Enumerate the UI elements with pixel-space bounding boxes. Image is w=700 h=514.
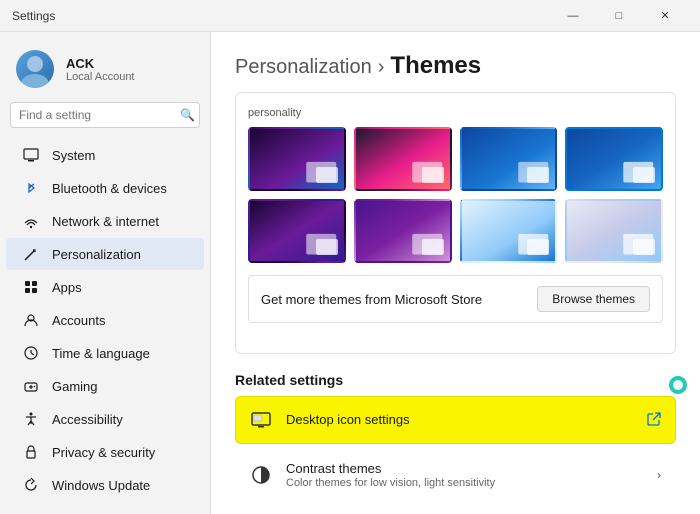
related-settings-title: Related settings (235, 372, 676, 388)
search-icon: 🔍 (180, 108, 195, 122)
close-button[interactable]: ✕ (642, 0, 688, 32)
sidebar-item-label-apps: Apps (52, 280, 82, 295)
personalization-icon (22, 245, 40, 263)
theme-item-3[interactable] (460, 127, 558, 191)
bluetooth-icon (22, 179, 40, 197)
sidebar-nav: System Bluetooth & devices Network & int… (0, 138, 210, 502)
settings-item-desktop-icon[interactable]: Desktop icon settings (235, 396, 676, 444)
sidebar-item-label-accessibility: Accessibility (52, 412, 123, 427)
theme-item-2[interactable] (354, 127, 452, 191)
chevron-right-icon: › (657, 468, 661, 482)
titlebar-title: Settings (12, 9, 550, 23)
store-text: Get more themes from Microsoft Store (261, 292, 482, 307)
theme-item-6[interactable] (354, 199, 452, 263)
sidebar-item-label-privacy: Privacy & security (52, 445, 155, 460)
apps-icon (22, 278, 40, 296)
breadcrumb-current: Themes (390, 52, 481, 80)
theme-item-4[interactable] (565, 127, 663, 191)
theme-item-8[interactable] (565, 199, 663, 263)
user-name: ACK (66, 56, 135, 71)
network-icon (22, 212, 40, 230)
external-link-icon (647, 412, 661, 429)
sidebar-item-gaming[interactable]: Gaming (6, 370, 204, 402)
time-icon (22, 344, 40, 362)
titlebar: Settings — □ ✕ (0, 0, 700, 32)
sidebar-item-label-accounts: Accounts (52, 313, 105, 328)
system-icon (22, 146, 40, 164)
contrast-icon (250, 464, 272, 486)
sidebar-item-apps[interactable]: Apps (6, 271, 204, 303)
sidebar-item-label-bluetooth: Bluetooth & devices (52, 181, 167, 196)
sidebar-item-network[interactable]: Network & internet (6, 205, 204, 237)
app-body: ACK Local Account 🔍 System Bluetooth & d… (0, 32, 700, 514)
sidebar-item-accessibility[interactable]: Accessibility (6, 403, 204, 435)
sidebar-item-privacy[interactable]: Privacy & security (6, 436, 204, 468)
theme-item-7[interactable] (460, 199, 558, 263)
accessibility-icon (22, 410, 40, 428)
main-content: Personalization › Themes personality (210, 32, 700, 514)
breadcrumb-separator: › (378, 56, 385, 79)
gaming-icon (22, 377, 40, 395)
store-row: Get more themes from Microsoft Store Bro… (248, 275, 663, 323)
sidebar-item-label-system: System (52, 148, 95, 163)
contrast-themes-text: Contrast themes Color themes for low vis… (286, 461, 643, 489)
sidebar-item-system[interactable]: System (6, 139, 204, 171)
themes-section: personality (235, 92, 676, 354)
desktop-icon-title: Desktop icon settings (286, 412, 410, 427)
maximize-button[interactable]: □ (596, 0, 642, 32)
sidebar-item-personalization[interactable]: Personalization (6, 238, 204, 270)
user-info: ACK Local Account (66, 56, 135, 83)
sidebar: ACK Local Account 🔍 System Bluetooth & d… (0, 32, 210, 514)
sidebar-item-accounts[interactable]: Accounts (6, 304, 204, 336)
sidebar-item-label-windows-update: Windows Update (52, 478, 150, 493)
privacy-icon (22, 443, 40, 461)
sidebar-item-label-network: Network & internet (52, 214, 159, 229)
themes-grid (248, 127, 663, 263)
windows-update-icon (22, 476, 40, 494)
themes-label: personality (248, 107, 301, 119)
sidebar-item-label-time: Time & language (52, 346, 150, 361)
sidebar-item-windows-update[interactable]: Windows Update (6, 469, 204, 501)
breadcrumb-parent: Personalization (235, 56, 372, 79)
accounts-icon (22, 311, 40, 329)
browse-themes-button[interactable]: Browse themes (537, 286, 650, 312)
page-header: Personalization › Themes (235, 32, 676, 92)
contrast-themes-sub: Color themes for low vision, light sensi… (286, 477, 643, 489)
desktop-icon-icon (250, 409, 272, 431)
contrast-themes-title: Contrast themes (286, 461, 643, 476)
related-settings: Related settings Desktop icon settings (235, 372, 676, 502)
desktop-icon-text: Desktop icon settings (286, 411, 633, 429)
theme-item-5[interactable] (248, 199, 346, 263)
theme-item-1[interactable] (248, 127, 346, 191)
titlebar-controls: — □ ✕ (550, 0, 688, 32)
avatar (16, 50, 54, 88)
user-sub: Local Account (66, 71, 135, 83)
minimize-button[interactable]: — (550, 0, 596, 32)
sidebar-item-label-gaming: Gaming (52, 379, 98, 394)
search-box[interactable]: 🔍 (10, 102, 200, 128)
search-input[interactable] (19, 108, 174, 122)
sidebar-item-bluetooth[interactable]: Bluetooth & devices (6, 172, 204, 204)
sidebar-item-label-personalization: Personalization (52, 247, 141, 262)
sidebar-item-time[interactable]: Time & language (6, 337, 204, 369)
user-section: ACK Local Account (0, 40, 210, 102)
settings-item-contrast-themes[interactable]: Contrast themes Color themes for low vis… (235, 448, 676, 502)
